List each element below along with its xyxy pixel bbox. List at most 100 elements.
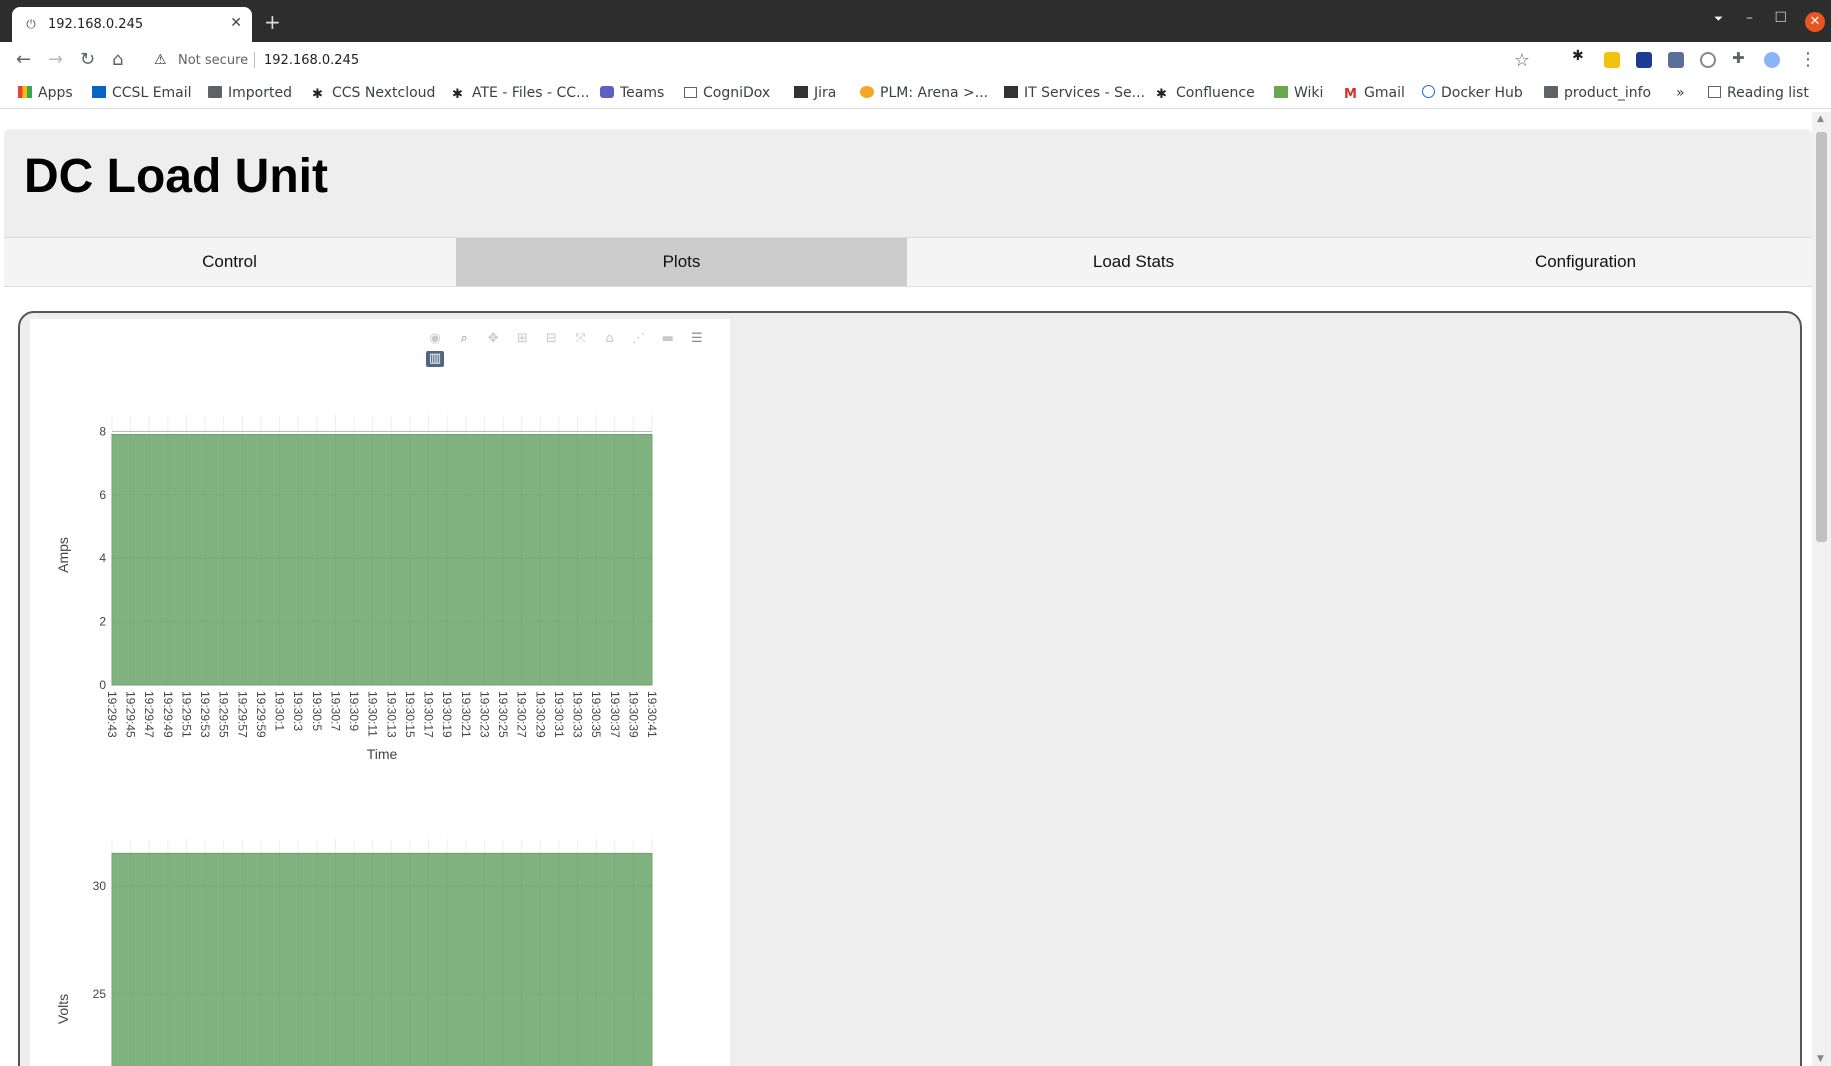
minimize-icon[interactable]: – [1746,10,1753,26]
reading-list-label: Reading list [1727,85,1809,101]
extension-puzzle-blue-icon[interactable] [1668,52,1684,68]
tab-plots[interactable]: Plots [456,238,907,286]
tab-control[interactable]: Control [4,238,455,286]
profile-avatar-icon[interactable] [1764,52,1780,68]
x-tick-label: 19:29:43 [105,691,119,738]
bookmark-label: CCS Nextcloud [332,85,436,101]
x-tick-label: 19:29:51 [179,691,193,738]
bookmark-item[interactable]: ✱ Confluence [1156,85,1255,102]
bookmark-item[interactable]: CogniDox [684,85,770,101]
reading-list-button[interactable]: Reading list [1708,85,1809,101]
extension-chart-icon[interactable] [1636,52,1652,68]
kebab-menu-icon[interactable]: ⋮ [1799,51,1817,69]
url-text[interactable]: 192.168.0.245 [264,53,359,68]
plotly-logo-icon[interactable]: ▥ [426,351,444,367]
y-tick-label: 25 [93,987,107,1001]
address-bar[interactable]: ⚠ Not secure 192.168.0.245 ☆ [146,47,1536,75]
reload-icon[interactable]: ↻ [80,50,95,70]
extensions-puzzle-icon[interactable]: ✚ [1732,49,1748,67]
page-scrollbar[interactable]: ▲ ▼ [1812,112,1831,1066]
bookmark-label: ATE - Files - CC... [472,85,590,101]
bookmark-item[interactable]: ✱ CCS Nextcloud [312,85,436,102]
x-tick-label: 19:29:59 [254,691,268,738]
bookmark-item[interactable]: Wiki [1274,85,1323,101]
docker-icon [1422,85,1435,98]
area-series-amps [111,434,653,686]
tab-configuration[interactable]: Configuration [1360,238,1811,286]
home-icon[interactable]: ⌂ [112,50,123,70]
extension-pinwheel-icon[interactable]: ✱ [1572,48,1588,64]
extension-highlighter-icon[interactable] [1604,52,1620,68]
pinwheel-icon: ✱ [452,87,463,102]
maximize-icon[interactable]: ☐ [1774,10,1787,26]
bookmark-item[interactable]: Imported [208,85,292,101]
browser-tab[interactable]: ⏻ 192.168.0.245 ✕ [12,7,252,42]
reading-list-icon [1708,86,1721,98]
x-tick-label: 19:30:27 [515,691,529,738]
bookmark-item[interactable]: Jira [794,85,836,101]
x-tick-label: 19:29:55 [217,691,231,738]
reset-axes-icon[interactable]: ⌂ [601,331,619,347]
jira-icon [794,86,808,98]
x-tick-label: 19:30:17 [422,691,436,738]
bookmark-label: PLM: Arena >... [880,85,989,101]
forward-icon[interactable]: → [48,50,63,70]
plots-svg[interactable]: 0 2 4 6 8 Amps 19:29:43 19:29:45 19:29:47 19:29:4… [30,319,730,1066]
y-tick-label: 4 [99,551,106,565]
folder-icon [1544,86,1558,98]
pan-icon[interactable]: ✥ [484,331,502,347]
bookmarks-overflow-button[interactable]: » [1676,85,1685,101]
bookmark-star-icon[interactable]: ☆ [1514,50,1530,71]
wiki-icon [1274,86,1288,98]
x-tick-label: 19:30:13 [384,691,398,738]
bookmark-item[interactable]: ✱ ATE - Files - CC... [452,85,590,102]
bookmark-item[interactable]: product_info [1544,85,1651,101]
y-tick-label: 8 [99,424,106,438]
folder-outline-icon [684,87,697,98]
hover-compare-icon[interactable]: ☰ [688,331,706,347]
bookmark-item[interactable]: PLM: Arena >... [860,85,988,101]
bookmark-item[interactable]: CCSL Email [92,85,192,101]
warning-icon[interactable]: ⚠ [154,52,167,68]
x-tick-label: 19:30:35 [589,691,603,738]
x-tick-label: 19:29:57 [235,691,249,738]
bookmark-item[interactable]: IT Services - Se... [1004,85,1145,101]
x-tick-label: 19:30:7 [328,691,342,731]
x-tick-label: 19:30:11 [366,691,380,737]
pinwheel-icon: ✱ [1156,87,1167,102]
tab-load-stats[interactable]: Load Stats [908,238,1359,286]
plots-panel: ◉ ⌕ ✥ ⊞ ⊟ ⤧ ⌂ ⋰ ▬ ☰ ▥ 0 2 4 6 8 Amps 19:29:43 1… [18,311,1802,1066]
bookmark-label: Jira [814,85,837,101]
close-tab-icon[interactable]: ✕ [230,15,242,31]
x-tick-label: 19:29:47 [142,691,156,738]
bookmark-item[interactable]: Docker Hub [1422,85,1523,101]
apps-grid-icon [18,86,32,98]
x-tick-label: 19:30:31 [552,691,566,738]
not-secure-label[interactable]: Not secure [178,53,248,68]
autoscale-icon[interactable]: ⤧ [571,331,589,347]
zoom-in-icon[interactable]: ⊞ [513,331,531,347]
scroll-down-icon[interactable]: ▼ [1817,1054,1824,1064]
x-tick-label: 19:30:21 [459,691,473,738]
bookmark-label: CCSL Email [112,85,192,101]
x-tick-label: 19:30:25 [496,691,510,738]
bookmark-item[interactable]: M Gmail [1344,85,1405,102]
zoom-out-icon[interactable]: ⊟ [542,331,560,347]
bookmark-item[interactable]: Teams [600,85,664,101]
scroll-up-icon[interactable]: ▲ [1817,114,1824,124]
hover-closest-icon[interactable]: ▬ [659,331,677,347]
x-axis-label: Time [367,746,398,762]
new-tab-button[interactable]: + [264,12,281,32]
bookmark-item[interactable]: Apps [18,85,73,101]
zoom-icon[interactable]: ⌕ [455,331,473,347]
window-close-icon[interactable]: ✕ [1805,12,1825,32]
camera-icon[interactable]: ◉ [426,331,444,347]
x-tick-label: 19:29:45 [124,691,138,738]
spike-lines-icon[interactable]: ⋰ [630,331,648,347]
tab-search-icon[interactable]: ⏷ [1714,12,1723,26]
x-tick-label: 19:29:53 [198,691,212,738]
x-tick-label: 19:30:5 [310,691,324,731]
extension-grammar-icon[interactable] [1700,52,1716,68]
scroll-thumb[interactable] [1816,132,1827,542]
back-icon[interactable]: ← [16,50,31,70]
